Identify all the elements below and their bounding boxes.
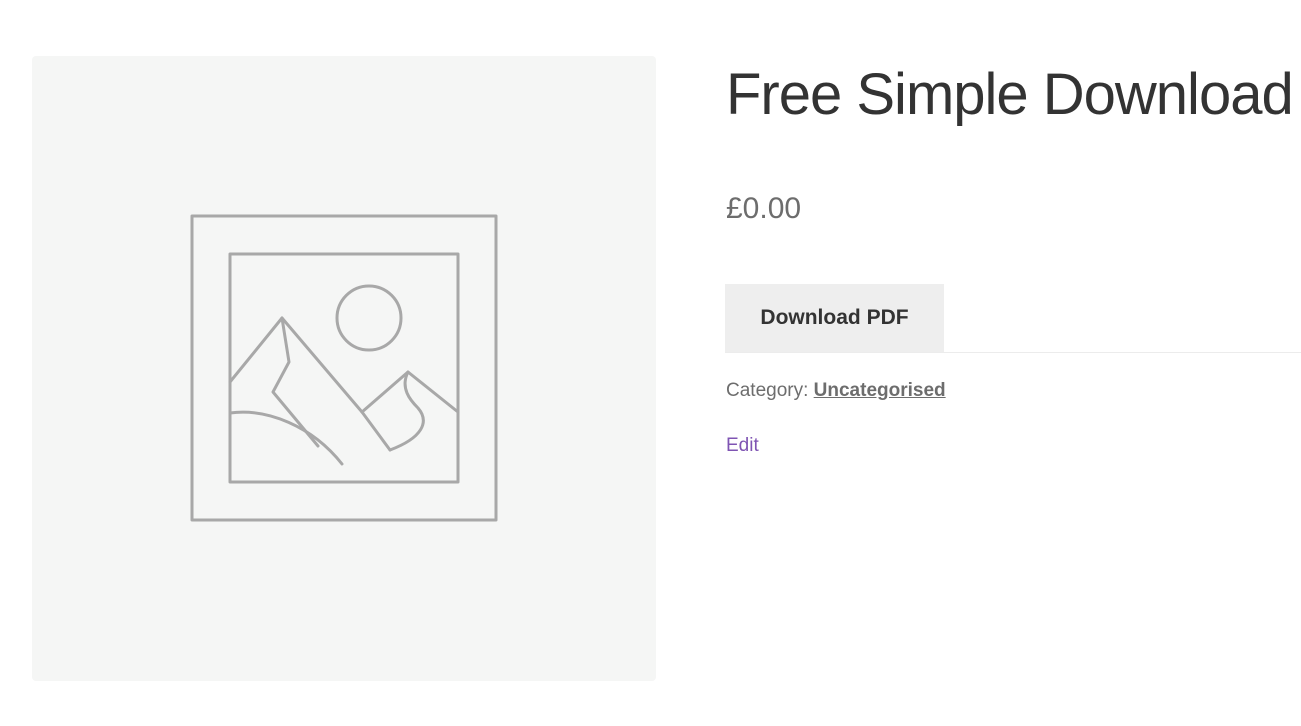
product-meta: Category: Uncategorised bbox=[726, 378, 946, 404]
product-page: Free Simple Download £0.00 Download PDF … bbox=[0, 0, 1301, 726]
category-link[interactable]: Uncategorised bbox=[814, 380, 946, 401]
download-pdf-button[interactable]: Download PDF bbox=[725, 284, 944, 352]
placeholder-image-icon bbox=[190, 214, 498, 522]
cart-form: Download PDF bbox=[725, 284, 1301, 353]
category-label: Category: bbox=[726, 380, 809, 401]
product-summary: Free Simple Download £0.00 Download PDF … bbox=[725, 0, 1301, 726]
product-title: Free Simple Download bbox=[726, 62, 1294, 127]
product-price: £0.00 bbox=[726, 192, 802, 225]
edit-link[interactable]: Edit bbox=[726, 433, 759, 459]
product-image[interactable] bbox=[32, 56, 656, 681]
